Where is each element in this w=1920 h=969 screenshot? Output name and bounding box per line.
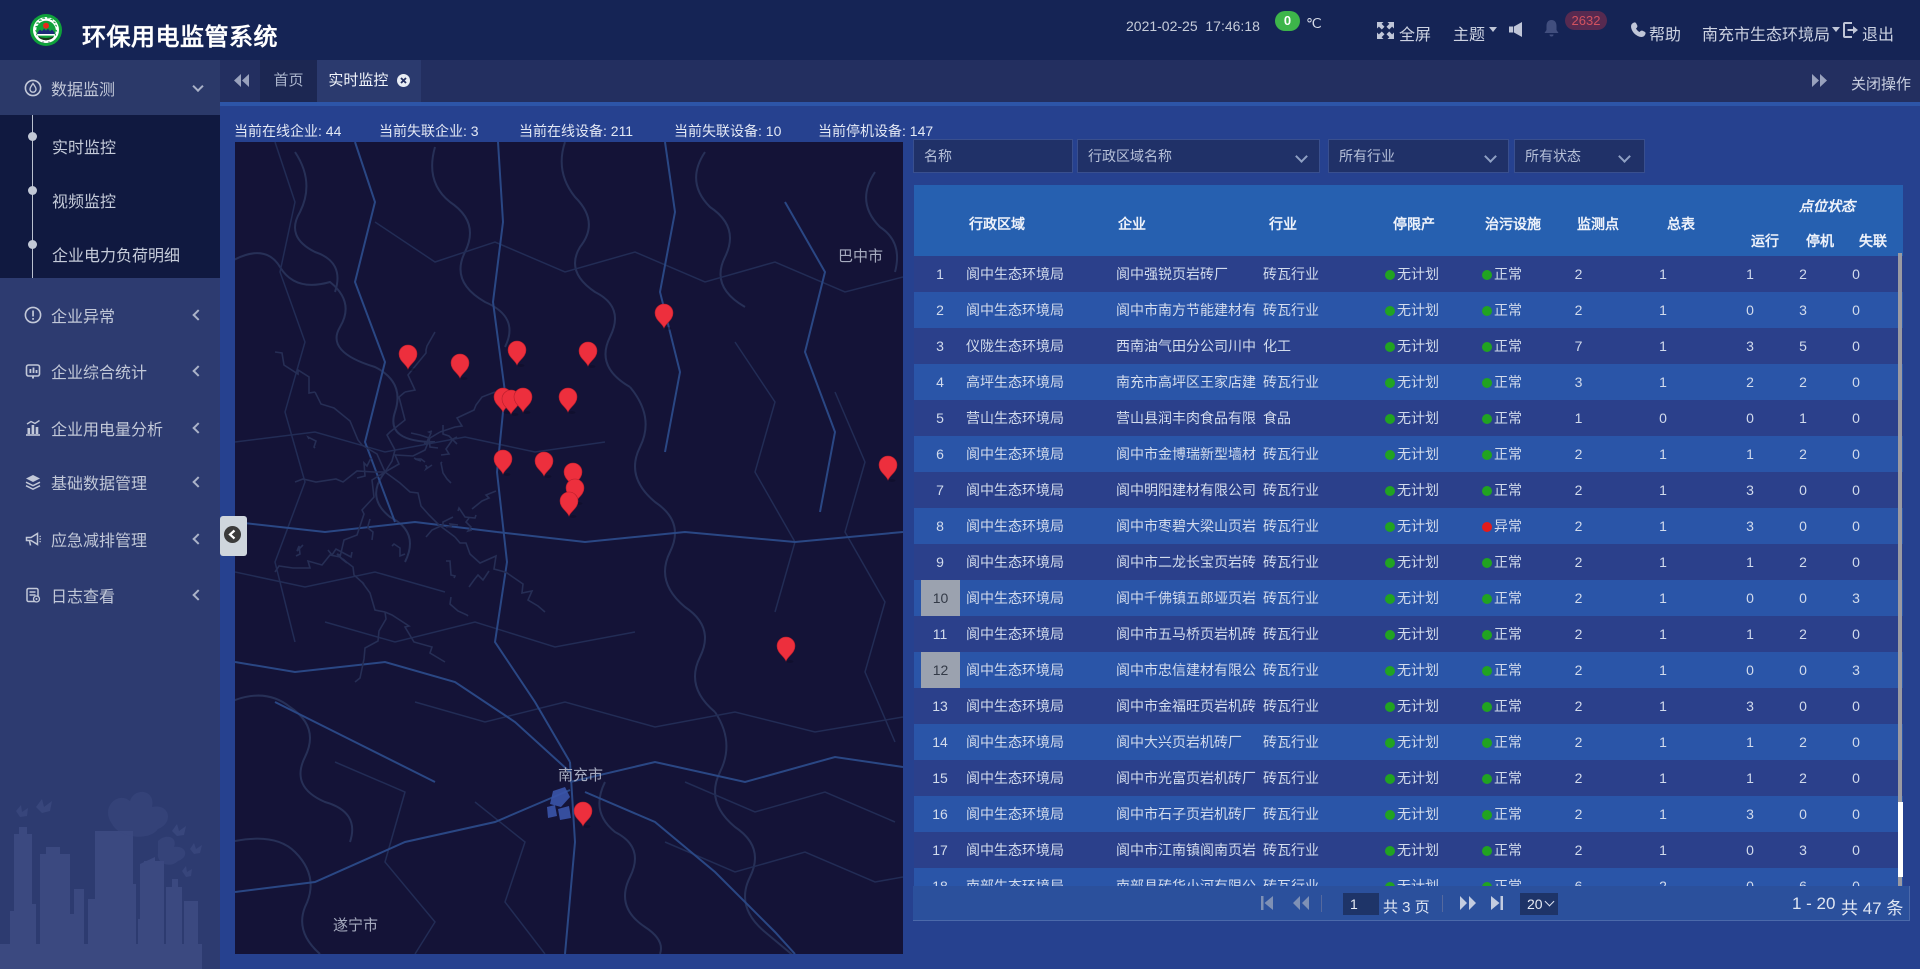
svg-text:遂宁市: 遂宁市 <box>333 917 378 934</box>
svg-text:巴中市: 巴中市 <box>838 248 883 265</box>
svg-text:南充市: 南充市 <box>558 767 603 784</box>
